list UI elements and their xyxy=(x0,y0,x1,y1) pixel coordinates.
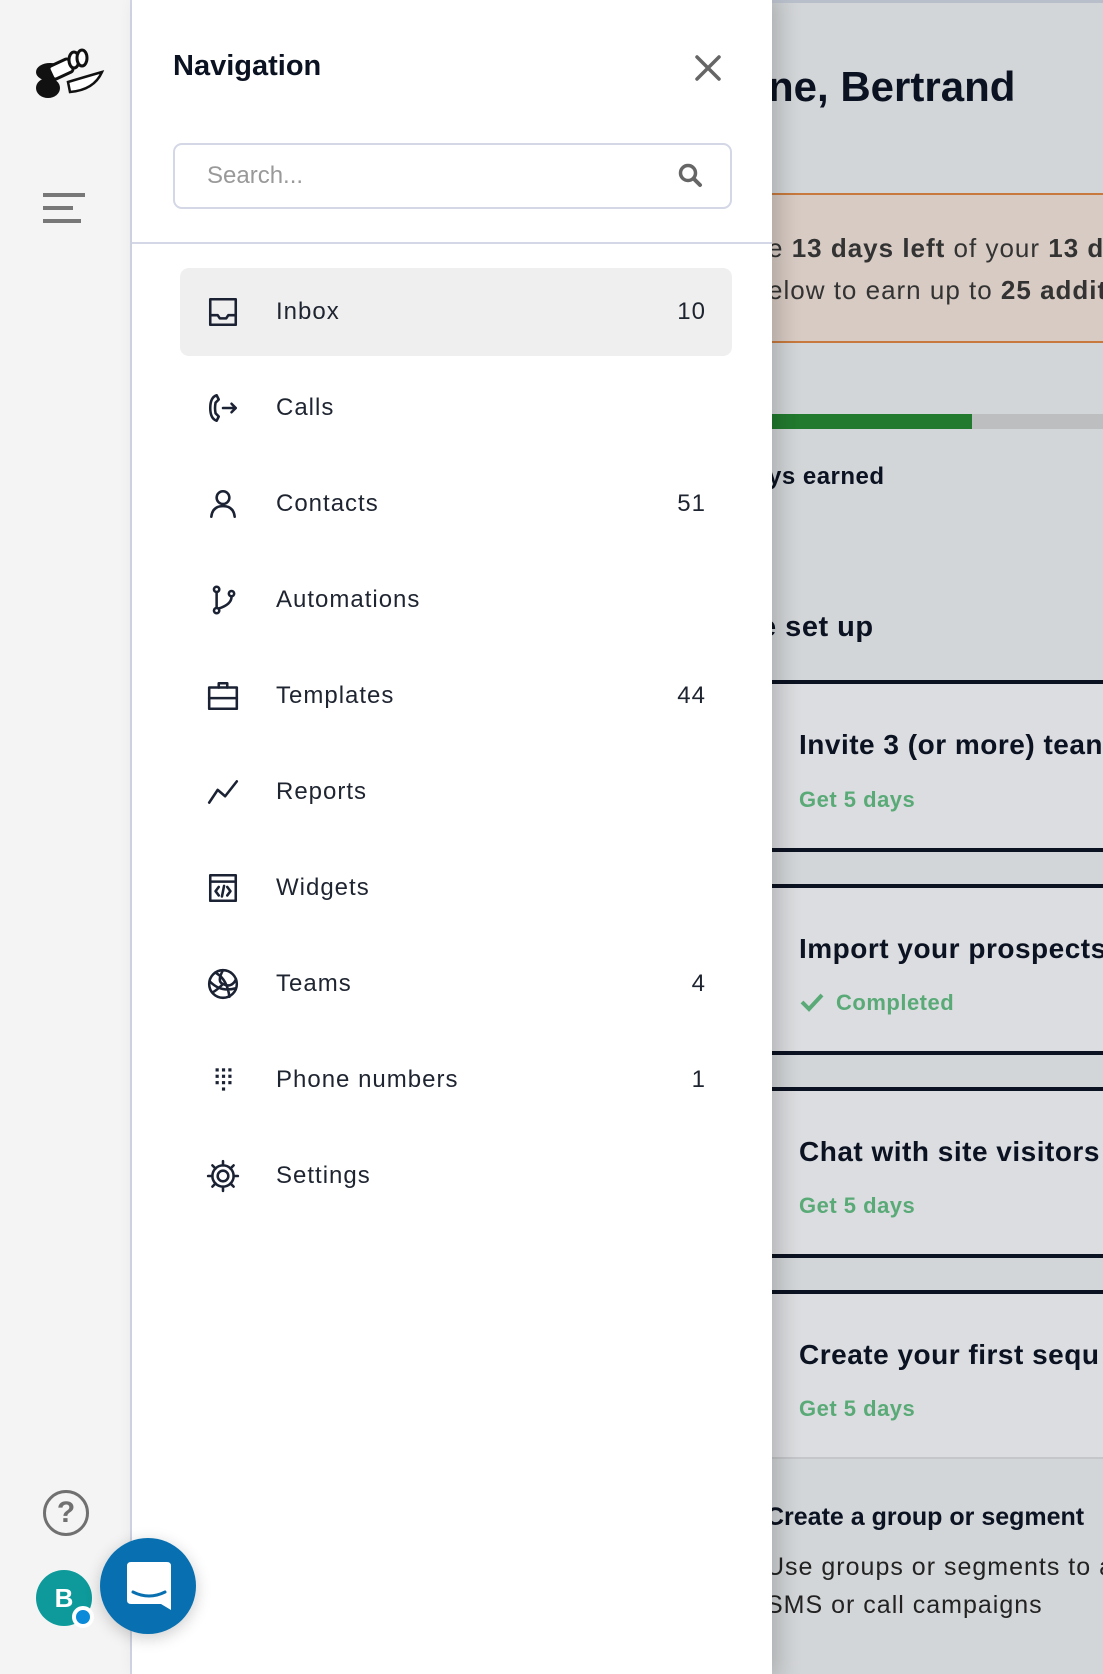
binoculars-bird-logo[interactable] xyxy=(28,48,108,106)
task-card-chat[interactable] xyxy=(772,1091,1103,1254)
progress-bar xyxy=(772,414,1103,429)
task-card-import[interactable] xyxy=(772,888,1103,1051)
line-chart-icon xyxy=(200,775,246,809)
panel-title: Navigation xyxy=(173,50,321,83)
nav-item-widgets[interactable]: Widgets xyxy=(180,844,732,932)
nav-item-label: Templates xyxy=(276,682,677,710)
check-icon xyxy=(799,991,825,1013)
inbox-icon xyxy=(200,295,246,329)
briefcase-icon xyxy=(200,679,246,713)
trial-banner: e 13 days left of your 13 da elow to ear… xyxy=(772,193,1103,343)
close-icon[interactable] xyxy=(688,48,728,88)
avatar[interactable]: B xyxy=(36,1570,92,1626)
branch-icon xyxy=(200,583,246,617)
task-card-invite[interactable] xyxy=(772,684,1103,848)
segment-title: Create a group or segment xyxy=(772,1503,1084,1532)
nav-item-count: 10 xyxy=(677,298,706,326)
help-question-icon[interactable]: ? xyxy=(43,1490,89,1536)
card-title: Create your first sequ xyxy=(799,1339,1099,1371)
hamburger-menu-icon[interactable] xyxy=(43,193,85,223)
card-reward: Get 5 days xyxy=(799,1193,915,1219)
nav-item-teams[interactable]: Teams4 xyxy=(180,940,732,1028)
volleyball-icon xyxy=(200,967,246,1001)
dashboard-main: ne, Bertrand e 13 days left of your 13 d… xyxy=(772,0,1103,1674)
card-title: Chat with site visitors xyxy=(799,1136,1100,1168)
task-card-sequence[interactable] xyxy=(772,1294,1103,1457)
navigation-panel: Navigation Search... Inbox10 Calls Contact… xyxy=(132,0,772,1674)
nav-item-label: Settings xyxy=(276,1162,706,1190)
chat-bubble-icon xyxy=(127,1562,171,1612)
code-window-icon xyxy=(200,871,246,905)
nav-item-label: Automations xyxy=(276,586,706,614)
nav-item-reports[interactable]: Reports xyxy=(180,748,732,836)
nav-item-count: 44 xyxy=(677,682,706,710)
keypad-icon xyxy=(200,1063,246,1097)
nav-item-contacts[interactable]: Contacts51 xyxy=(180,460,732,548)
nav-item-label: Calls xyxy=(276,394,706,422)
nav-item-count: 1 xyxy=(692,1066,706,1094)
nav-item-label: Widgets xyxy=(276,874,706,902)
left-sidebar: ? B xyxy=(0,0,132,1674)
gear-icon xyxy=(200,1159,246,1193)
banner-line-2: elow to earn up to 25 addit xyxy=(772,275,1103,306)
segment-desc-2: SMS or call campaigns xyxy=(772,1591,1043,1620)
banner-line-1: e 13 days left of your 13 da xyxy=(772,233,1103,264)
chat-launcher-button[interactable] xyxy=(100,1538,196,1634)
person-icon xyxy=(200,487,246,521)
welcome-heading: ne, Bertrand xyxy=(772,63,1015,111)
nav-item-settings[interactable]: Settings xyxy=(180,1132,732,1220)
card-title: Invite 3 (or more) tean xyxy=(799,729,1103,761)
segment-desc-1: Use groups or segments to a xyxy=(772,1553,1103,1582)
search-icon[interactable] xyxy=(678,163,704,189)
search-input[interactable]: Search... xyxy=(173,143,732,209)
nav-item-label: Reports xyxy=(276,778,706,806)
search-placeholder: Search... xyxy=(207,162,303,189)
avatar-initial: B xyxy=(55,1583,74,1613)
nav-item-label: Teams xyxy=(276,970,692,998)
nav-item-label: Phone numbers xyxy=(276,1066,692,1094)
nav-item-calls[interactable]: Calls xyxy=(180,364,732,452)
card-title: Import your prospects xyxy=(799,933,1103,965)
nav-item-phone-numbers[interactable]: Phone numbers1 xyxy=(180,1036,732,1124)
status-dot xyxy=(72,1606,94,1628)
nav-item-label: Inbox xyxy=(276,298,677,326)
nav-item-automations[interactable]: Automations xyxy=(180,556,732,644)
nav-item-count: 4 xyxy=(692,970,706,998)
nav-item-count: 51 xyxy=(677,490,706,518)
card-status: Completed xyxy=(836,990,954,1016)
progress-fill xyxy=(772,414,972,429)
card-reward: Get 5 days xyxy=(799,787,915,813)
phone-outgoing-icon xyxy=(200,391,246,425)
nav-item-label: Contacts xyxy=(276,490,677,518)
divider xyxy=(132,242,772,244)
nav-item-inbox[interactable]: Inbox10 xyxy=(180,268,732,356)
card-reward: Get 5 days xyxy=(799,1396,915,1422)
nav-item-templates[interactable]: Templates44 xyxy=(180,652,732,740)
